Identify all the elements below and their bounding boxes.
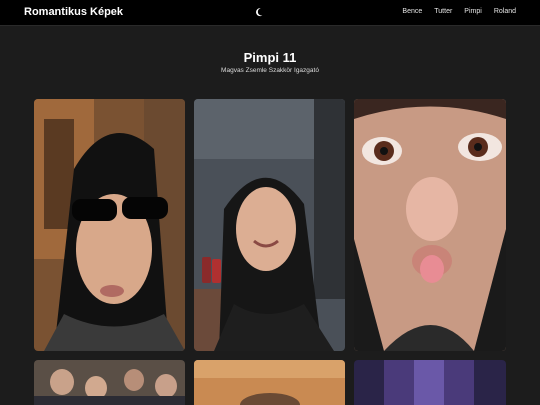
top-navbar: Romantikus Képek Bence Tutter Pimpi Rola… bbox=[0, 0, 540, 26]
photo-purple bbox=[354, 360, 506, 405]
nav-menu: Bence Tutter Pimpi Roland bbox=[402, 8, 516, 15]
page-title: Pimpi 11 bbox=[243, 50, 297, 65]
photo-girl-smiling bbox=[194, 99, 345, 351]
nav-link-pimpi[interactable]: Pimpi bbox=[464, 8, 482, 15]
gallery-photo-2[interactable] bbox=[194, 99, 345, 351]
nav-link-bence[interactable]: Bence bbox=[402, 8, 422, 15]
nav-link-roland[interactable]: Roland bbox=[494, 8, 516, 15]
moon-icon bbox=[256, 8, 263, 17]
gallery-photo-5[interactable] bbox=[194, 360, 345, 405]
gallery-photo-3[interactable] bbox=[354, 99, 506, 351]
photo-girl-sunglasses bbox=[34, 99, 185, 351]
gallery-photo-6[interactable] bbox=[354, 360, 506, 405]
photo-warm bbox=[194, 360, 345, 405]
theme-toggle-button[interactable] bbox=[252, 4, 266, 20]
photo-girl-closeup bbox=[354, 99, 506, 351]
nav-link-tutter[interactable]: Tutter bbox=[434, 8, 452, 15]
photo-group bbox=[34, 360, 185, 405]
gallery-photo-1[interactable] bbox=[34, 99, 185, 351]
brand-link[interactable]: Romantikus Képek bbox=[24, 6, 123, 18]
page-subtitle: Magvas Zsemle Szakkör Igazgató bbox=[221, 67, 319, 74]
gallery-photo-4[interactable] bbox=[34, 360, 185, 405]
gallery-heading: Pimpi 11 Magvas Zsemle Szakkör Igazgató bbox=[0, 50, 540, 74]
